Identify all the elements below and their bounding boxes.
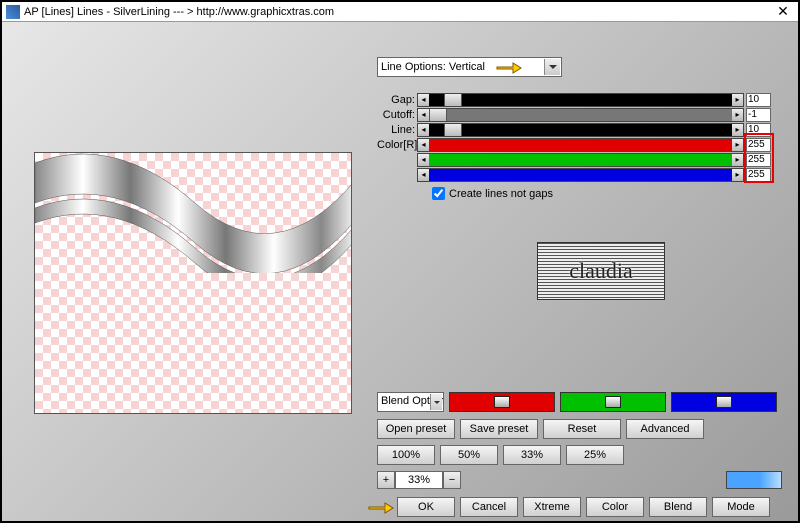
gap-value[interactable]: 10 [746, 93, 771, 107]
cutoff-thumb[interactable] [429, 109, 447, 121]
titlebar: AP [Lines] Lines - SilverLining --- > ht… [2, 2, 798, 22]
cutoff-value[interactable]: -1 [746, 108, 771, 122]
gap-row: Gap: ◂ ▸ 10 [377, 92, 771, 107]
mode-button[interactable]: Mode [712, 497, 770, 517]
blend-button[interactable]: Blend [649, 497, 707, 517]
create-lines-checkbox[interactable] [432, 187, 445, 200]
save-preset-button[interactable]: Save preset [460, 419, 538, 439]
line-row: Line: ◂ ▸ 10 [377, 122, 771, 137]
arrow-right-icon[interactable]: ▸ [732, 109, 743, 121]
blend-b-slider[interactable] [671, 392, 777, 412]
gap-label: Gap: [377, 94, 417, 106]
percent-button-row: 100% 50% 33% 25% [377, 445, 624, 465]
arrow-left-icon[interactable]: ◂ [418, 154, 429, 166]
slider-thumb[interactable] [716, 396, 732, 408]
blend-g-slider[interactable] [560, 392, 666, 412]
color-r-value[interactable]: 255 [746, 138, 771, 152]
percent-50-button[interactable]: 50% [440, 445, 498, 465]
percent-25-button[interactable]: 25% [566, 445, 624, 465]
arrow-right-icon[interactable]: ▸ [732, 124, 743, 136]
zoom-value[interactable]: 33% [395, 471, 443, 489]
content-area: Line Options: Vertical Gap: ◂ ▸ 10 Cutof… [2, 22, 798, 521]
close-button[interactable]: ✕ [772, 3, 794, 20]
dialog-button-row: OK Cancel Xtreme Color Blend Mode [397, 497, 770, 517]
blend-r-slider[interactable] [449, 392, 555, 412]
gap-thumb[interactable] [444, 94, 462, 106]
arrow-right-icon[interactable]: ▸ [732, 169, 743, 181]
window-title: AP [Lines] Lines - SilverLining --- > ht… [24, 6, 772, 18]
zoom-decrease-button[interactable]: − [443, 471, 461, 489]
line-slider[interactable]: ◂ ▸ [417, 123, 744, 137]
preset-button-row: Open preset Save preset Reset Advanced [377, 419, 704, 439]
preview-canvas [34, 152, 352, 414]
color-g-value[interactable]: 255 [746, 153, 771, 167]
arrow-right-icon[interactable]: ▸ [732, 154, 743, 166]
line-label: Line: [377, 124, 417, 136]
silver-lining-graphic [35, 153, 352, 273]
create-lines-label: Create lines not gaps [449, 188, 553, 200]
reset-button[interactable]: Reset [543, 419, 621, 439]
cutoff-slider[interactable]: ◂ ▸ [417, 108, 744, 122]
zoom-row: + 33% − [377, 471, 461, 489]
color-button[interactable]: Color [586, 497, 644, 517]
advanced-button[interactable]: Advanced [626, 419, 704, 439]
arrow-left-icon[interactable]: ◂ [418, 169, 429, 181]
brand-text: claudia [569, 258, 633, 284]
line-options-combo[interactable]: Line Options: Vertical [377, 57, 562, 77]
slider-thumb[interactable] [494, 396, 510, 408]
dialog-window: AP [Lines] Lines - SilverLining --- > ht… [0, 0, 800, 523]
line-thumb[interactable] [444, 124, 462, 136]
zoom-increase-button[interactable]: + [377, 471, 395, 489]
line-options-value: Line Options: Vertical [381, 61, 485, 73]
arrow-left-icon[interactable]: ◂ [418, 94, 429, 106]
color-g-row: ◂ ▸ 255 [377, 152, 771, 167]
slider-thumb[interactable] [605, 396, 621, 408]
color-b-row: ◂ ▸ 255 [377, 167, 771, 182]
color-r-slider[interactable]: ◂ ▸ [417, 138, 744, 152]
xtreme-button[interactable]: Xtreme [523, 497, 581, 517]
zoom-spinner: + 33% − [377, 471, 461, 489]
chevron-down-icon [544, 59, 560, 75]
blend-option-combo[interactable]: Blend Option [377, 392, 444, 412]
app-icon [6, 5, 20, 19]
arrow-left-icon[interactable]: ◂ [418, 109, 429, 121]
open-preset-button[interactable]: Open preset [377, 419, 455, 439]
ok-button[interactable]: OK [397, 497, 455, 517]
line-value[interactable]: 10 [746, 123, 771, 137]
arrow-left-icon[interactable]: ◂ [418, 139, 429, 151]
create-lines-checkbox-row: Create lines not gaps [432, 187, 553, 200]
brand-logo: claudia [537, 242, 665, 300]
blend-row: Blend Option [377, 392, 777, 412]
color-r-row: Color[R]: ◂ ▸ 255 [377, 137, 771, 152]
color-b-value[interactable]: 255 [746, 168, 771, 182]
arrow-right-icon[interactable]: ▸ [732, 139, 743, 151]
chevron-down-icon [430, 394, 442, 410]
cutoff-row: Cutoff: ◂ ▸ -1 [377, 107, 771, 122]
arrow-right-icon[interactable]: ▸ [732, 94, 743, 106]
pointing-hand-icon [367, 497, 395, 517]
cancel-button[interactable]: Cancel [460, 497, 518, 517]
color-b-slider[interactable]: ◂ ▸ [417, 168, 744, 182]
color-swatch[interactable] [726, 471, 782, 489]
pointing-hand-icon [495, 57, 523, 77]
percent-100-button[interactable]: 100% [377, 445, 435, 465]
arrow-left-icon[interactable]: ◂ [418, 124, 429, 136]
color-r-label: Color[R]: [377, 139, 417, 151]
gap-slider[interactable]: ◂ ▸ [417, 93, 744, 107]
color-g-slider[interactable]: ◂ ▸ [417, 153, 744, 167]
cutoff-label: Cutoff: [377, 109, 417, 121]
percent-33-button[interactable]: 33% [503, 445, 561, 465]
